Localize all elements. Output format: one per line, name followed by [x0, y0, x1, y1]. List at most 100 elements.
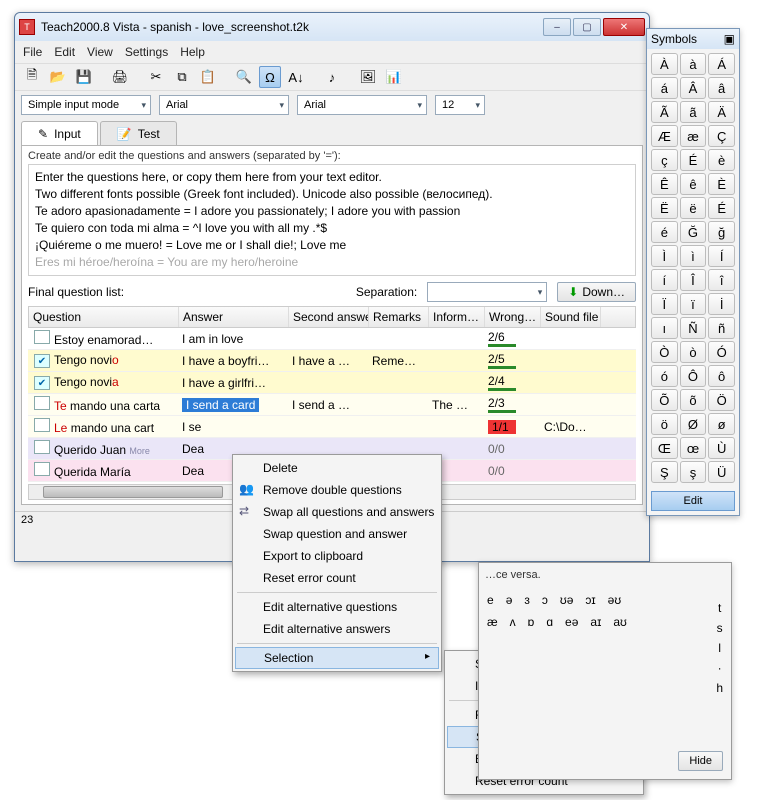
- row-checkbox[interactable]: ✔: [34, 354, 50, 368]
- table-row[interactable]: Te mando una cartaI send a cardI send a …: [28, 394, 636, 416]
- symbol-button[interactable]: õ: [680, 389, 707, 411]
- phonetic-symbol[interactable]: ɜ: [524, 593, 530, 607]
- maximize-button[interactable]: ▢: [573, 18, 601, 36]
- symbol-button[interactable]: Ñ: [680, 317, 707, 339]
- phonetic-symbol[interactable]: h: [716, 681, 723, 695]
- symbol-button[interactable]: ñ: [708, 317, 735, 339]
- copy-icon[interactable]: ⧉: [171, 66, 193, 88]
- symbol-button[interactable]: Ç: [708, 125, 735, 147]
- col-question[interactable]: Question: [29, 307, 179, 327]
- ctx-edit-alt-answers[interactable]: Edit alternative answers: [233, 618, 441, 640]
- symbol-button[interactable]: Ò: [651, 341, 678, 363]
- col-remarks[interactable]: Remarks: [369, 307, 429, 327]
- table-row[interactable]: ✔Tengo novioI have a boyfri…I have a …Re…: [28, 350, 636, 372]
- symbol-button[interactable]: ê: [680, 173, 707, 195]
- row-checkbox[interactable]: [34, 440, 50, 454]
- symbol-button[interactable]: ş: [680, 461, 707, 483]
- symbol-button[interactable]: ë: [680, 197, 707, 219]
- symbol-button[interactable]: Ø: [680, 413, 707, 435]
- ctx-delete[interactable]: Delete: [233, 457, 441, 479]
- col-information[interactable]: Inform…: [429, 307, 485, 327]
- find-icon[interactable]: 🔍: [233, 66, 255, 88]
- open-icon[interactable]: 📂: [47, 66, 69, 88]
- symbol-button[interactable]: Ô: [680, 365, 707, 387]
- phonetic-symbol[interactable]: e: [487, 593, 494, 607]
- symbol-button[interactable]: È: [708, 173, 735, 195]
- separation-combo[interactable]: [427, 282, 547, 302]
- new-icon[interactable]: 🗎: [21, 66, 43, 88]
- row-checkbox[interactable]: [34, 418, 50, 432]
- symbol-button[interactable]: Â: [680, 77, 707, 99]
- image-icon[interactable]: 🖼: [357, 66, 379, 88]
- symbol-button[interactable]: Õ: [651, 389, 678, 411]
- symbols-edit-button[interactable]: Edit: [651, 491, 735, 511]
- phonetic-symbol[interactable]: ə: [506, 593, 513, 607]
- col-answer[interactable]: Answer: [179, 307, 289, 327]
- symbol-button[interactable]: ó: [651, 365, 678, 387]
- symbol-button[interactable]: Ê: [651, 173, 678, 195]
- symbol-button[interactable]: á: [651, 77, 678, 99]
- symbol-button[interactable]: ö: [651, 413, 678, 435]
- paste-icon[interactable]: 📋: [197, 66, 219, 88]
- table-row[interactable]: ✔Tengo noviaI have a girlfri…2/4: [28, 372, 636, 394]
- symbol-button[interactable]: ì: [680, 245, 707, 267]
- symbols-pin-icon[interactable]: ▣: [724, 32, 735, 46]
- input-mode-combo[interactable]: Simple input mode: [21, 95, 151, 115]
- ctx-swap-one[interactable]: Swap question and answer: [233, 523, 441, 545]
- symbol-button[interactable]: Ó: [708, 341, 735, 363]
- symbol-button[interactable]: Ù: [708, 437, 735, 459]
- sound-icon[interactable]: ♪: [321, 66, 343, 88]
- symbol-button[interactable]: Ë: [651, 197, 678, 219]
- symbol-button[interactable]: Æ: [651, 125, 678, 147]
- symbol-button[interactable]: ğ: [708, 221, 735, 243]
- symbols-title[interactable]: Symbols ▣: [647, 29, 739, 49]
- col-second-answer[interactable]: Second answer: [289, 307, 369, 327]
- table-row[interactable]: Le mando una cartI se1/1C:\Do…: [28, 416, 636, 438]
- symbol-button[interactable]: É: [708, 197, 735, 219]
- symbol-button[interactable]: Ã: [651, 101, 678, 123]
- ctx-remove-double[interactable]: 👥Remove double questions: [233, 479, 441, 501]
- symbol-button[interactable]: Á: [708, 53, 735, 75]
- row-checkbox[interactable]: [34, 462, 50, 476]
- ctx-export-clipboard[interactable]: Export to clipboard: [233, 545, 441, 567]
- phonetic-symbol[interactable]: t: [718, 601, 721, 615]
- symbol-button[interactable]: Œ: [651, 437, 678, 459]
- ctx-swap-all[interactable]: ⇄Swap all questions and answers: [233, 501, 441, 523]
- symbol-button[interactable]: À: [651, 53, 678, 75]
- symbol-button[interactable]: ø: [708, 413, 735, 435]
- ctx-reset-errors[interactable]: Reset error count: [233, 567, 441, 589]
- menu-settings[interactable]: Settings: [125, 45, 168, 59]
- menu-view[interactable]: View: [87, 45, 113, 59]
- phonetic-hide-button[interactable]: Hide: [678, 751, 723, 771]
- symbol-button[interactable]: í: [651, 269, 678, 291]
- phonetic-symbol[interactable]: əʊ: [608, 593, 622, 607]
- tab-input[interactable]: ✎ Input: [21, 121, 98, 145]
- symbol-button[interactable]: ı: [651, 317, 678, 339]
- chart-icon[interactable]: 📊: [383, 66, 405, 88]
- phonetic-symbol[interactable]: ʊə: [560, 593, 574, 607]
- download-button[interactable]: ⬇Down…: [557, 282, 636, 302]
- phonetic-symbol[interactable]: ɔɪ: [585, 593, 595, 607]
- phonetic-symbol[interactable]: aɪ: [590, 615, 601, 629]
- symbol-button[interactable]: Ì: [651, 245, 678, 267]
- symbol-button[interactable]: à: [680, 53, 707, 75]
- phonetic-symbol[interactable]: s: [717, 621, 723, 635]
- print-icon[interactable]: 🖨: [109, 66, 131, 88]
- save-icon[interactable]: 💾: [73, 66, 95, 88]
- ctx-selection-submenu[interactable]: Selection: [235, 647, 439, 669]
- sort-icon[interactable]: A↓: [285, 66, 307, 88]
- titlebar[interactable]: T Teach2000.8 Vista - spanish - love_scr…: [15, 13, 649, 41]
- ctx-edit-alt-questions[interactable]: Edit alternative questions: [233, 596, 441, 618]
- phonetic-symbol[interactable]: aʊ: [613, 615, 627, 629]
- phonetic-symbol[interactable]: ǀ: [718, 641, 721, 655]
- col-wrong[interactable]: Wrong…: [485, 307, 541, 327]
- symbols-panel[interactable]: Symbols ▣ ÀàÁáÂâÃãÄÆæÇçÉèÊêÈËëÉéĞğÌìÍíÎî…: [646, 28, 740, 516]
- phonetic-symbol[interactable]: eə: [565, 615, 578, 629]
- symbol-button[interactable]: É: [680, 149, 707, 171]
- menu-file[interactable]: File: [23, 45, 42, 59]
- symbol-button[interactable]: æ: [680, 125, 707, 147]
- menu-edit[interactable]: Edit: [54, 45, 75, 59]
- symbol-button[interactable]: Ä: [708, 101, 735, 123]
- table-row[interactable]: Estoy enamorad…I am in love2/6: [28, 328, 636, 350]
- symbol-button[interactable]: Ş: [651, 461, 678, 483]
